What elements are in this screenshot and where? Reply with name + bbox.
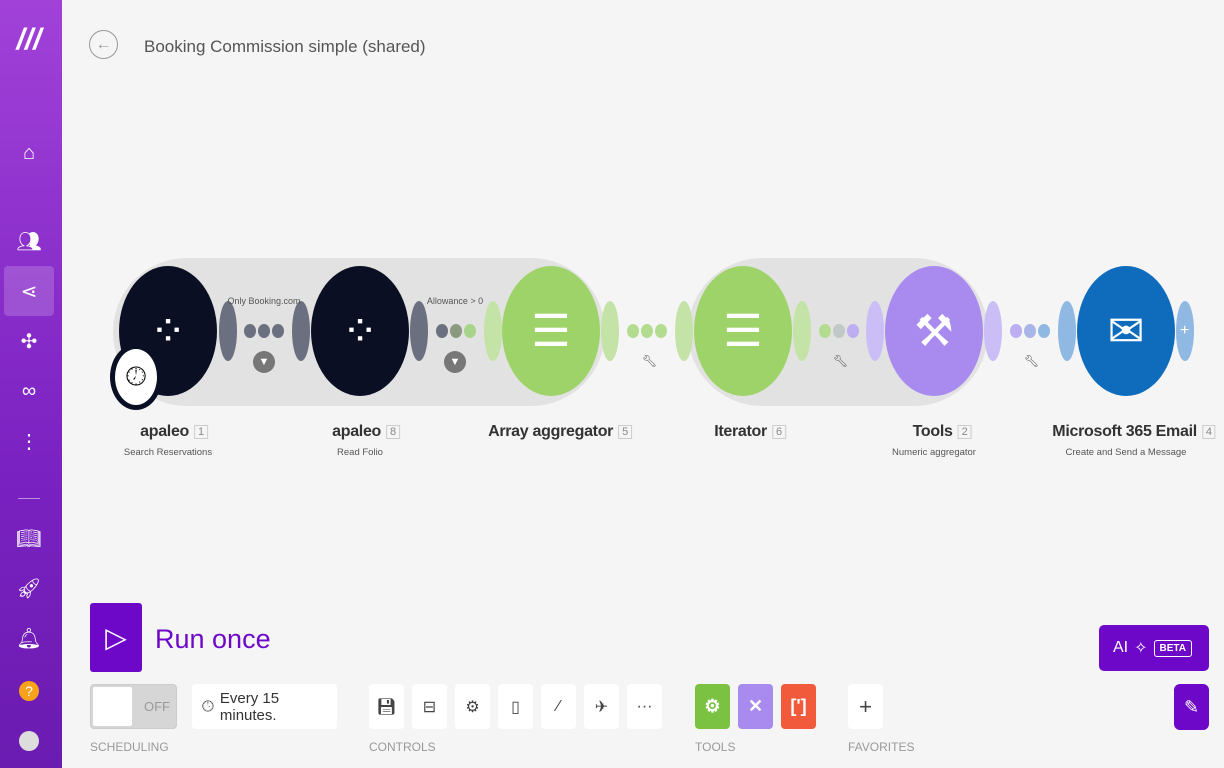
- avatar[interactable]: [4, 716, 54, 766]
- filter-label: Only Booking.com: [227, 296, 301, 306]
- ai-beta-button[interactable]: AI ✧ BETA: [1099, 625, 1209, 671]
- connector: [292, 301, 310, 361]
- module-name: Iterator 6: [714, 423, 786, 441]
- filter-icon[interactable]: ▼: [253, 351, 275, 373]
- team-icon[interactable]: 👥︎: [4, 216, 54, 266]
- module-name: Tools 2: [913, 423, 972, 441]
- module-iterator[interactable]: ☰: [694, 266, 792, 396]
- schedule-interval[interactable]: 🕓︎ Every 15 minutes.: [192, 684, 337, 729]
- run-once-label[interactable]: Run once: [155, 624, 271, 655]
- tools-tool[interactable]: ✕: [738, 684, 773, 729]
- connector: [675, 301, 693, 361]
- module-name: apaleo 8: [332, 423, 400, 441]
- connections-icon[interactable]: ∞: [4, 366, 54, 416]
- connector: [866, 301, 884, 361]
- chat-support-button[interactable]: ✎: [1174, 684, 1209, 730]
- filter-icon[interactable]: ▼: [444, 351, 466, 373]
- text-parser-tool[interactable]: [']: [781, 684, 816, 729]
- route-dot: [258, 324, 270, 338]
- clock-icon[interactable]: 🕖︎: [110, 344, 162, 410]
- bell-icon[interactable]: 🔔︎: [4, 613, 54, 663]
- module-array-aggregator[interactable]: ☰: [502, 266, 600, 396]
- connector: [793, 301, 811, 361]
- module-subtitle: Read Folio: [337, 447, 383, 458]
- make-logo[interactable]: ///: [4, 15, 54, 65]
- sidebar: /// ⌂ 👥︎ ⋖ ✣ ∞ ⋮ 📖︎ 🚀︎ 🔔︎ ?: [0, 0, 62, 768]
- favorites-label: FAVORITES: [848, 740, 915, 754]
- sparkle-icon: ✧: [1134, 640, 1148, 657]
- module-outlook[interactable]: ✉: [1077, 266, 1175, 396]
- save-button[interactable]: 💾︎: [369, 684, 404, 729]
- route-dot: [833, 324, 845, 338]
- module-tools[interactable]: ⚒: [885, 266, 983, 396]
- scenarios-icon[interactable]: ⋖: [4, 266, 54, 316]
- route-dot: [436, 324, 448, 338]
- connector: [410, 301, 428, 361]
- add-module-icon[interactable]: +: [1180, 322, 1189, 340]
- filter-label: Allowance > 0: [426, 296, 484, 306]
- scheduling-toggle[interactable]: OFF: [90, 684, 177, 729]
- auto-align-button[interactable]: ⊟: [412, 684, 447, 729]
- module-subtitle: Search Reservations: [123, 447, 213, 458]
- clock-icon: 🕓︎: [202, 698, 214, 715]
- connector: [219, 301, 237, 361]
- connector: [984, 301, 1002, 361]
- route-dot: [450, 324, 462, 338]
- apps-icon[interactable]: ✣: [4, 316, 54, 366]
- route-dot: [464, 324, 476, 338]
- route-dot: [1010, 324, 1022, 338]
- run-once-button[interactable]: ▷: [90, 603, 142, 672]
- module-name: Microsoft 365 Email 4: [1052, 423, 1216, 441]
- help-icon[interactable]: ?: [4, 666, 54, 716]
- route-dot: [1038, 324, 1050, 338]
- wrench-icon[interactable]: 🔧︎: [833, 354, 848, 368]
- more-button[interactable]: ···: [627, 684, 662, 729]
- back-button[interactable]: ←: [89, 30, 118, 59]
- route-dot: [819, 324, 831, 338]
- route-dot: [1024, 324, 1036, 338]
- airplane-button[interactable]: ✈︎: [584, 684, 619, 729]
- route-dot: [272, 324, 284, 338]
- connector: [484, 301, 502, 361]
- connector: [1058, 301, 1076, 361]
- route-dot: [641, 324, 653, 338]
- route-dot: [244, 324, 256, 338]
- module-name: apaleo 1: [140, 423, 208, 441]
- route-dot: [847, 324, 859, 338]
- tools-label: TOOLS: [695, 740, 736, 754]
- module-apaleo-8[interactable]: ⁘: [311, 266, 409, 396]
- module-subtitle: Create and Send a Message: [1065, 447, 1187, 458]
- settings-button[interactable]: ⚙: [455, 684, 490, 729]
- home-icon[interactable]: ⌂: [4, 128, 54, 178]
- module-subtitle: Numeric aggregator: [892, 447, 976, 458]
- wrench-icon[interactable]: 🔧︎: [1024, 354, 1039, 368]
- scenario-title: Booking Commission simple (shared): [144, 37, 426, 56]
- flow-control-tool[interactable]: ⚙: [695, 684, 730, 729]
- divider: [18, 498, 40, 499]
- wrench-icon[interactable]: 🔧︎: [642, 354, 657, 368]
- module-name: Array aggregator 5: [488, 423, 632, 441]
- route-dot: [655, 324, 667, 338]
- add-favorite-button[interactable]: +: [848, 684, 883, 729]
- rocket-icon[interactable]: 🚀︎: [4, 563, 54, 613]
- connector: [601, 301, 619, 361]
- notes-button[interactable]: ▯: [498, 684, 533, 729]
- controls-label: CONTROLS: [369, 740, 436, 754]
- more-icon[interactable]: ⋮: [4, 416, 54, 466]
- scheduling-label: SCHEDULING: [90, 740, 169, 754]
- magic-wand-button[interactable]: ⁄: [541, 684, 576, 729]
- route-dot: [627, 324, 639, 338]
- docs-icon[interactable]: 📖︎: [4, 513, 54, 563]
